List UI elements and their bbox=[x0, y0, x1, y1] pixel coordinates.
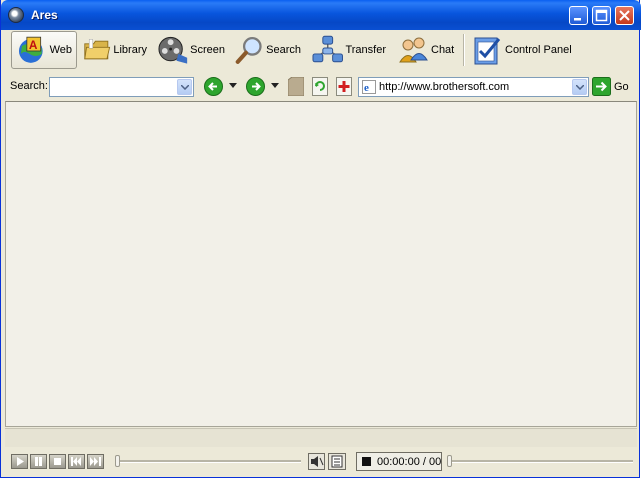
back-icon[interactable] bbox=[204, 77, 223, 96]
stop-page-icon[interactable] bbox=[288, 77, 304, 96]
stop-square-icon bbox=[362, 457, 371, 466]
refresh-icon[interactable] bbox=[312, 77, 328, 96]
title-bar[interactable]: Ares bbox=[1, 0, 641, 30]
minimize-button[interactable] bbox=[569, 6, 588, 25]
svg-text:e: e bbox=[364, 82, 369, 94]
volume-slider-thumb[interactable] bbox=[447, 455, 452, 467]
previous-button[interactable] bbox=[68, 454, 85, 469]
url-dropdown-button[interactable] bbox=[572, 79, 587, 95]
go-arrow-icon bbox=[592, 77, 611, 96]
pause-button[interactable] bbox=[30, 454, 47, 469]
volume-slider-track[interactable] bbox=[447, 460, 633, 463]
maximize-button[interactable] bbox=[592, 6, 611, 25]
play-button[interactable] bbox=[11, 454, 28, 469]
time-readout: 00:00:00 / 00:00:00 bbox=[377, 456, 442, 468]
globe-icon: A bbox=[18, 36, 43, 63]
playlist-icon bbox=[331, 455, 343, 468]
seek-slider-thumb[interactable] bbox=[115, 455, 120, 467]
toolbar-library-label: Library bbox=[113, 44, 147, 56]
chat-users-icon bbox=[399, 37, 428, 63]
toolbar-search-label: Search bbox=[266, 44, 301, 56]
toolbar-separator bbox=[463, 34, 465, 66]
back-dropdown-icon[interactable] bbox=[229, 83, 238, 89]
search-label: Search: bbox=[10, 80, 48, 92]
stop-button[interactable] bbox=[49, 454, 66, 469]
browser-content-area[interactable] bbox=[5, 101, 637, 427]
url-combo[interactable]: e http://www.brothersoft.com bbox=[358, 77, 589, 97]
magnifier-icon bbox=[235, 37, 262, 64]
network-icon bbox=[312, 35, 343, 63]
close-icon bbox=[619, 10, 630, 21]
playlist-button[interactable] bbox=[328, 453, 346, 470]
next-button[interactable] bbox=[87, 454, 104, 469]
address-bar-row: Search: e http://www.brothersoft.com Go bbox=[5, 74, 637, 100]
main-toolbar: A Web Library Screen Search Transfer Cha… bbox=[5, 31, 637, 71]
media-player-bar: 00:00:00 / 00:00:00 bbox=[5, 448, 637, 474]
previous-icon bbox=[71, 457, 81, 466]
close-button[interactable] bbox=[615, 6, 634, 25]
speaker-icon bbox=[311, 456, 324, 467]
film-reel-icon bbox=[158, 36, 188, 64]
chevron-down-icon bbox=[576, 85, 584, 90]
svg-text:A: A bbox=[29, 38, 38, 52]
toolbar-transfer-button[interactable]: Transfer bbox=[308, 31, 390, 69]
toolbar-chat-button[interactable]: Chat bbox=[393, 31, 459, 69]
seek-slider-track[interactable] bbox=[115, 460, 301, 463]
play-icon bbox=[17, 457, 24, 466]
toolbar-web-button[interactable]: A Web bbox=[11, 31, 77, 69]
toolbar-transfer-label: Transfer bbox=[345, 44, 386, 56]
toolbar-search-button[interactable]: Search bbox=[231, 31, 305, 69]
go-label: Go bbox=[614, 80, 629, 93]
toolbar-chat-label: Chat bbox=[431, 44, 455, 56]
volume-button[interactable] bbox=[308, 453, 325, 470]
toolbar-library-button[interactable]: Library bbox=[79, 31, 151, 69]
forward-icon[interactable] bbox=[246, 77, 265, 96]
toolbar-control-panel-button[interactable]: Control Panel bbox=[467, 31, 579, 69]
next-icon bbox=[90, 457, 101, 466]
toolbar-screen-label: Screen bbox=[190, 44, 225, 56]
stop-icon bbox=[54, 458, 61, 465]
window-title: Ares bbox=[31, 8, 58, 22]
maximize-icon bbox=[595, 9, 608, 22]
folder-icon bbox=[84, 39, 111, 60]
search-combo[interactable] bbox=[49, 77, 194, 97]
search-dropdown-button[interactable] bbox=[177, 79, 192, 95]
toolbar-web-label: Web bbox=[49, 44, 72, 56]
toolbar-screen-button[interactable]: Screen bbox=[153, 31, 229, 69]
url-input[interactable]: http://www.brothersoft.com bbox=[379, 81, 509, 93]
go-button[interactable]: Go bbox=[592, 77, 629, 96]
ie-page-icon: e bbox=[362, 80, 376, 94]
time-display: 00:00:00 / 00:00:00 bbox=[356, 452, 442, 471]
pause-icon bbox=[35, 457, 42, 466]
ares-window: Ares A Web Library Screen Search Transfe… bbox=[0, 0, 641, 478]
add-favorite-icon[interactable] bbox=[336, 77, 352, 96]
clipboard-check-icon bbox=[474, 37, 501, 65]
minimize-icon bbox=[574, 18, 581, 21]
status-bar bbox=[5, 428, 637, 447]
ares-logo-icon[interactable] bbox=[8, 7, 24, 23]
forward-dropdown-icon[interactable] bbox=[271, 83, 280, 89]
toolbar-control-panel-label: Control Panel bbox=[505, 44, 572, 56]
chevron-down-icon bbox=[181, 85, 189, 90]
